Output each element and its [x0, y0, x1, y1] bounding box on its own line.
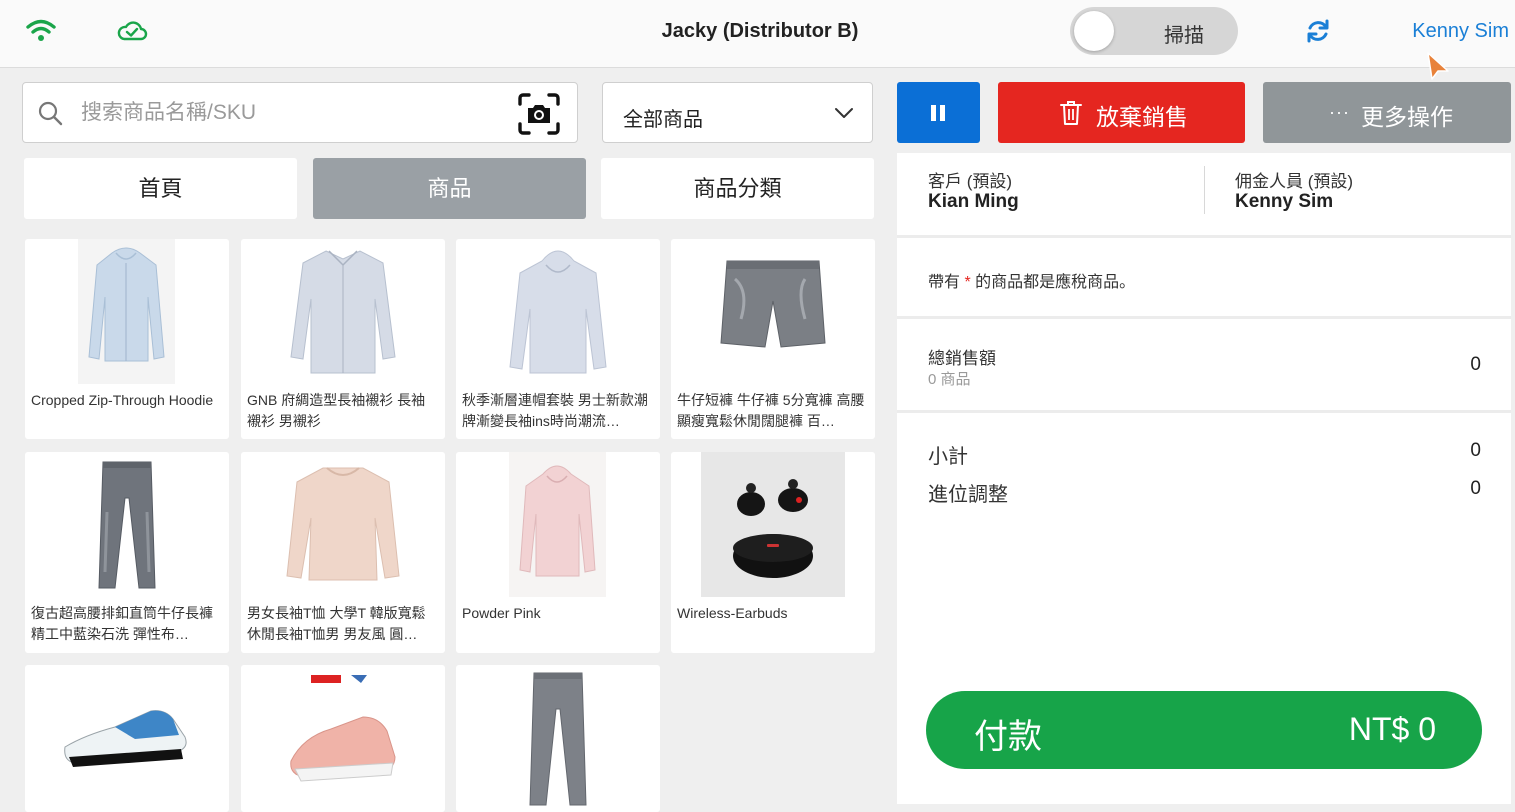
- tax-note-suffix: 的商品都是應稅商品。: [975, 274, 1136, 291]
- product-card[interactable]: Cropped Zip-Through Hoodie: [25, 239, 229, 439]
- product-card[interactable]: 牛仔短褲 牛仔褲 5分寬褲 高腰顯瘦寬鬆休閒闊腿褲 百…: [671, 239, 875, 439]
- running-shoe-image: [55, 665, 199, 810]
- filter-selected-value: 全部商品: [623, 109, 703, 131]
- product-name: 秋季漸層連帽套裝 男士新款潮牌漸變長袖ins時尚潮流…: [462, 392, 648, 429]
- tab-categories[interactable]: 商品分類: [601, 158, 874, 219]
- product-card[interactable]: 秋季漸層連帽套裝 男士新款潮牌漸變長袖ins時尚潮流…: [456, 239, 660, 439]
- product-card[interactable]: [25, 665, 229, 812]
- denim-shorts-image: [701, 239, 845, 384]
- total-sales-caption: 總銷售額: [928, 349, 996, 368]
- earbuds-image: [701, 452, 845, 597]
- scan-toggle[interactable]: 掃描: [1070, 7, 1238, 55]
- search-icon: [38, 101, 63, 126]
- product-card[interactable]: [456, 665, 660, 812]
- user-name-link[interactable]: Kenny Sim: [1412, 20, 1509, 43]
- product-name: GNB 府綢造型長袖襯衫 長袖襯衫 男襯衫: [247, 392, 426, 429]
- product-name: Powder Pink: [462, 605, 541, 621]
- product-card[interactable]: 男女長袖T恤 大學T 韓版寬鬆休閒長袖T恤男 男友風 圓…: [241, 452, 445, 653]
- abandon-sale-label: 放棄銷售: [1096, 104, 1188, 130]
- search-input[interactable]: [81, 97, 501, 129]
- total-sales-value: 0: [1470, 354, 1481, 375]
- page-title: Jacky (Distributor B): [661, 20, 859, 42]
- cursor-icon: [1427, 52, 1449, 80]
- commission-name[interactable]: Kenny Sim: [1235, 191, 1333, 213]
- tab-home[interactable]: 首頁: [24, 158, 297, 219]
- commission-caption: 佣金人員 (預設): [1235, 172, 1354, 191]
- product-card[interactable]: 復古超高腰排釦直筒牛仔長褲 精工中藍染石洗 彈性布…: [25, 452, 229, 653]
- pay-button[interactable]: 付款 NT$ 0: [926, 691, 1482, 769]
- product-card[interactable]: [241, 665, 445, 812]
- tax-note: 帶有 * 的商品都是應稅商品。: [928, 268, 1135, 292]
- top-bar: Jacky (Distributor B) 掃描 Kenny Sim: [0, 0, 1515, 68]
- tab-products[interactable]: 商品: [313, 158, 586, 219]
- shirt-image: [271, 239, 415, 384]
- tax-star: *: [964, 274, 971, 291]
- pause-icon: [931, 105, 945, 121]
- jeans-image: [55, 452, 199, 597]
- sync-icon[interactable]: [1305, 18, 1331, 44]
- wifi-icon: [26, 19, 56, 41]
- pink-hoodie-image: [509, 452, 606, 597]
- rounding-caption: 進位調整: [928, 484, 1008, 506]
- customer-name[interactable]: Kian Ming: [928, 191, 1019, 213]
- abandon-sale-button[interactable]: 放棄銷售: [998, 82, 1245, 143]
- total-items-count: 0 商品: [928, 371, 971, 388]
- search-box[interactable]: [22, 82, 578, 143]
- product-card[interactable]: Wireless-Earbuds: [671, 452, 875, 653]
- more-actions-label: 更多操作: [1361, 104, 1453, 130]
- subtotal-caption: 小計: [928, 446, 968, 468]
- order-panel: 客戶 (預設) Kian Ming 佣金人員 (預設) Kenny Sim 帶有…: [897, 153, 1511, 804]
- rounding-value: 0: [1470, 478, 1481, 499]
- pay-amount: NT$ 0: [1348, 711, 1436, 747]
- hoodie-image: [486, 239, 630, 384]
- divider: [897, 316, 1511, 319]
- hoodie-image: [78, 239, 175, 384]
- category-filter-select[interactable]: 全部商品: [602, 82, 873, 143]
- trash-icon: [1060, 101, 1082, 125]
- more-actions-button[interactable]: ··· 更多操作: [1263, 82, 1511, 143]
- pay-label: 付款: [974, 718, 1042, 756]
- jeans-image: [486, 665, 630, 810]
- ellipsis-icon: ···: [1329, 102, 1350, 122]
- cloud-check-icon: [117, 21, 148, 41]
- divider: [1204, 166, 1205, 214]
- subtotal-value: 0: [1470, 440, 1481, 461]
- divider: [897, 410, 1511, 413]
- camera-scan-icon[interactable]: [517, 92, 561, 136]
- product-name: 男女長袖T恤 大學T 韓版寬鬆休閒長袖T恤男 男友風 圓…: [247, 605, 426, 642]
- sweater-image: [271, 452, 415, 597]
- product-card[interactable]: Powder Pink: [456, 452, 660, 653]
- product-name: Wireless-Earbuds: [677, 605, 788, 621]
- pause-button[interactable]: [897, 82, 980, 143]
- product-name: 牛仔短褲 牛仔褲 5分寬褲 高腰顯瘦寬鬆休閒闊腿褲 百…: [677, 392, 865, 429]
- chevron-down-icon: [835, 108, 853, 118]
- scan-label: 掃描: [1164, 25, 1204, 47]
- tax-note-prefix: 帶有: [928, 274, 961, 291]
- toggle-knob[interactable]: [1074, 11, 1114, 51]
- product-name: Cropped Zip-Through Hoodie: [31, 392, 214, 408]
- product-name: 復古超高腰排釦直筒牛仔長褲 精工中藍染石洗 彈性布…: [31, 605, 213, 642]
- divider: [897, 235, 1511, 238]
- customer-caption: 客戶 (預設): [928, 172, 1013, 191]
- product-card[interactable]: GNB 府綢造型長袖襯衫 長袖襯衫 男襯衫: [241, 239, 445, 439]
- pink-sneaker-image: [271, 665, 415, 810]
